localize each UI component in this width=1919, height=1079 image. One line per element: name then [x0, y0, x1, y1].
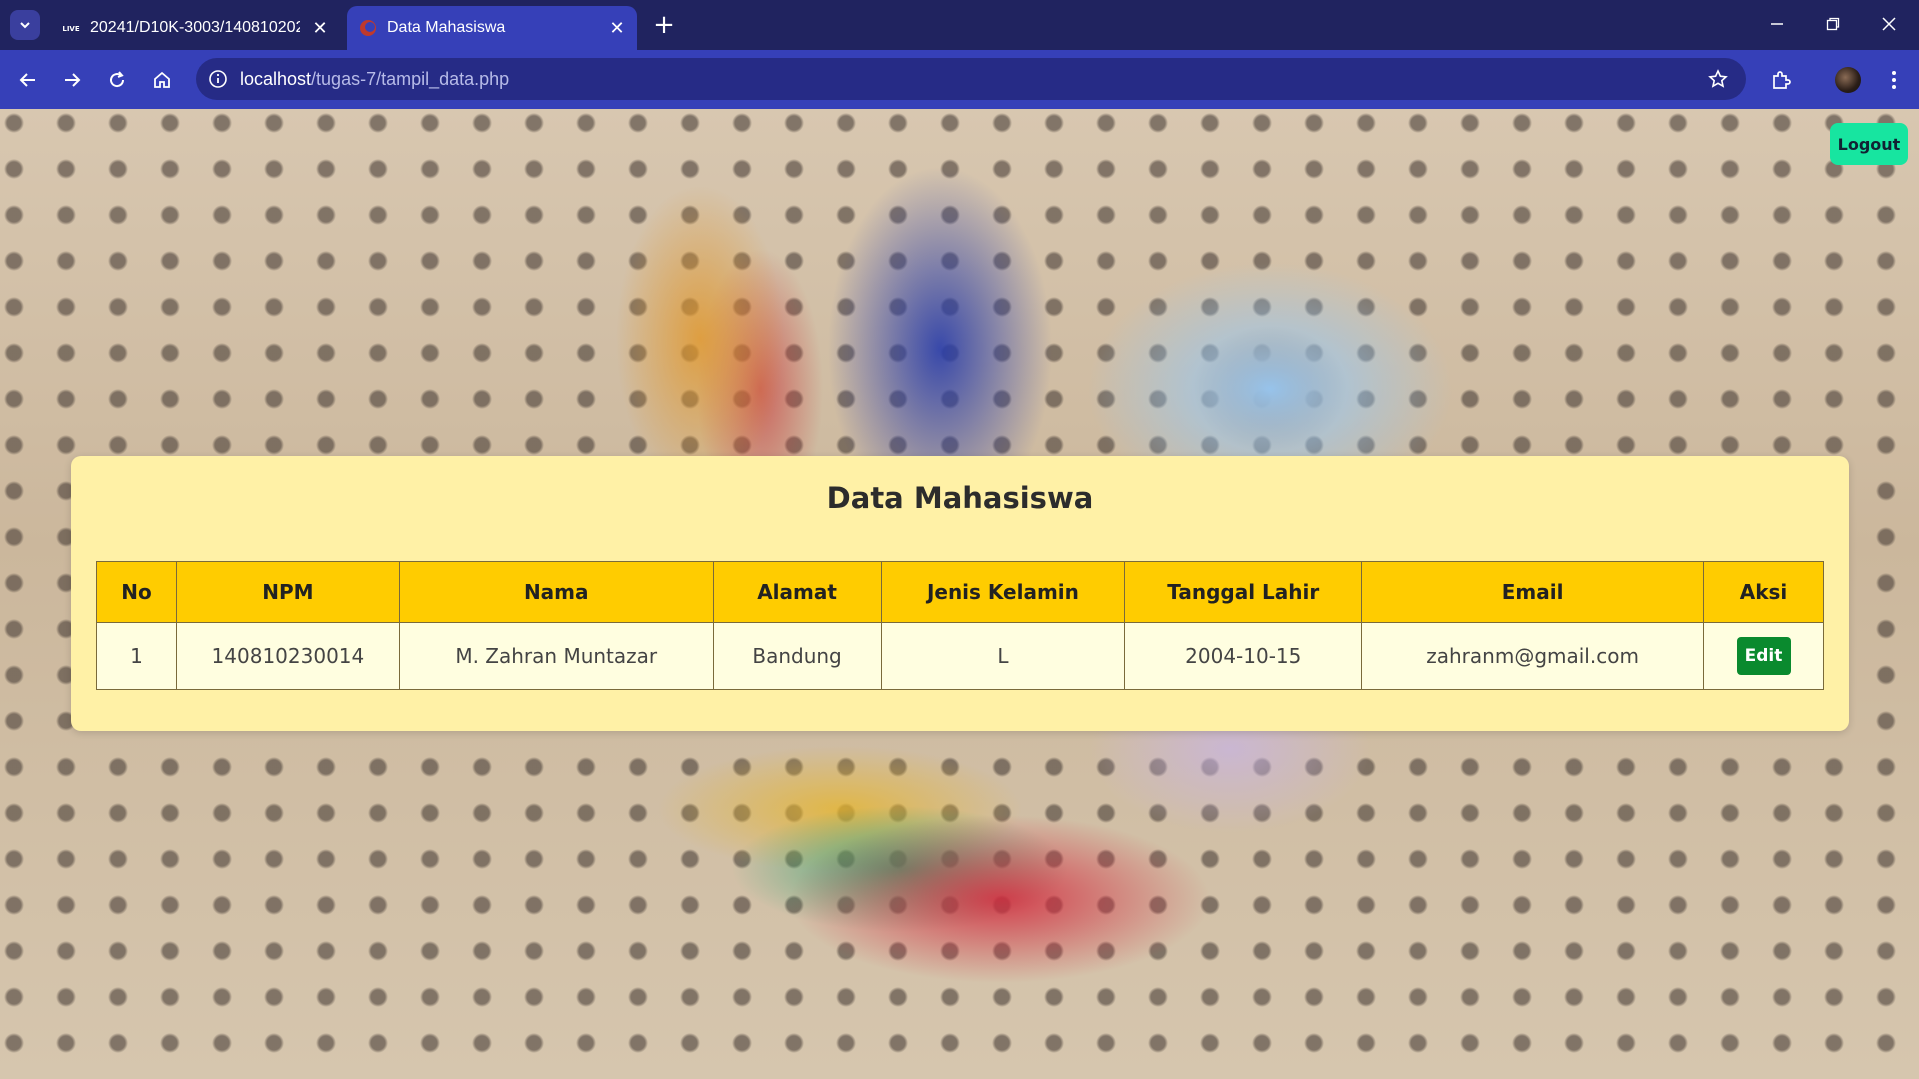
cell-aksi: Edit: [1703, 622, 1824, 690]
site-info-icon[interactable]: [204, 65, 232, 93]
logout-button[interactable]: Logout: [1830, 123, 1908, 165]
close-icon: [1882, 17, 1896, 31]
header-email: Email: [1361, 561, 1705, 623]
tab-strip: LIVE 20241/D10K-3003/1408102024 ✕ Data M…: [0, 0, 1919, 50]
tab-title: 20241/D10K-3003/1408102024: [90, 19, 300, 36]
data-card: Data Mahasiswa No NPM Nama Alamat Jenis …: [71, 456, 1849, 731]
arrow-left-icon: [19, 73, 35, 87]
url-host: localhost: [240, 68, 312, 89]
edit-button[interactable]: Edit: [1736, 637, 1791, 675]
header-nama: Nama: [398, 561, 714, 623]
reload-button[interactable]: [101, 64, 133, 96]
cell-jenis-kelamin: L: [880, 622, 1126, 690]
restore-button[interactable]: [1811, 6, 1855, 42]
cell-email: zahranm@gmail.com: [1361, 622, 1705, 690]
back-button[interactable]: [12, 64, 44, 96]
menu-button[interactable]: [1878, 64, 1910, 96]
tab-search-button[interactable]: [10, 10, 40, 40]
header-alamat: Alamat: [712, 561, 882, 623]
cell-no: 1: [96, 622, 177, 690]
header-jenis-kelamin: Jenis Kelamin: [880, 561, 1126, 623]
close-icon[interactable]: ✕: [605, 16, 629, 40]
page-title: Data Mahasiswa: [826, 481, 1094, 515]
tab-title: Data Mahasiswa: [387, 19, 506, 36]
url-text: localhost/tugas-7/tampil_data.php: [240, 69, 509, 90]
cell-npm: 140810230014: [175, 622, 400, 690]
live-icon: LIVE: [62, 23, 80, 33]
table-row: 1 140810230014 M. Zahran Muntazar Bandun…: [96, 622, 1824, 690]
reload-icon: [110, 71, 125, 88]
profile-button[interactable]: [1832, 64, 1864, 96]
table-header-row: No NPM Nama Alamat Jenis Kelamin Tanggal…: [96, 561, 1824, 623]
minimize-icon: [1771, 23, 1783, 25]
arrow-right-icon: [65, 73, 81, 87]
cell-tanggal-lahir: 2004-10-15: [1124, 622, 1363, 690]
tab-course[interactable]: LIVE 20241/D10K-3003/1408102024 ✕: [50, 6, 340, 50]
kebab-menu-icon: [1892, 71, 1896, 89]
header-no: No: [96, 561, 177, 623]
header-aksi: Aksi: [1703, 561, 1824, 623]
close-window-button[interactable]: [1867, 6, 1911, 42]
header-npm: NPM: [175, 561, 400, 623]
chevron-down-icon: [20, 22, 30, 29]
student-table: No NPM Nama Alamat Jenis Kelamin Tanggal…: [96, 561, 1824, 690]
restore-icon: [1826, 17, 1840, 31]
browser-toolbar: localhost/tugas-7/tampil_data.php: [0, 50, 1919, 109]
address-bar[interactable]: localhost/tugas-7/tampil_data.php: [196, 58, 1746, 100]
avatar: [1835, 67, 1861, 93]
puzzle-icon: [1773, 71, 1791, 89]
bookmark-star-icon[interactable]: [1704, 65, 1732, 93]
cell-alamat: Bandung: [712, 622, 882, 690]
svg-text:LIVE: LIVE: [62, 25, 79, 33]
close-icon[interactable]: ✕: [308, 16, 332, 40]
minimize-button[interactable]: [1755, 6, 1799, 42]
url-path: /tugas-7/tampil_data.php: [311, 68, 510, 89]
header-tanggal-lahir: Tanggal Lahir: [1124, 561, 1363, 623]
home-icon: [154, 71, 170, 88]
extensions-button[interactable]: [1765, 64, 1797, 96]
new-tab-button[interactable]: +: [650, 10, 678, 40]
site-icon: [360, 20, 376, 36]
forward-button[interactable]: [56, 64, 88, 96]
cell-nama: M. Zahran Muntazar: [398, 622, 714, 690]
page-viewport: Logout Data Mahasiswa No NPM Nama Alamat…: [0, 109, 1919, 1079]
home-button[interactable]: [146, 64, 178, 96]
tab-data-mahasiswa[interactable]: Data Mahasiswa ✕: [347, 6, 637, 50]
